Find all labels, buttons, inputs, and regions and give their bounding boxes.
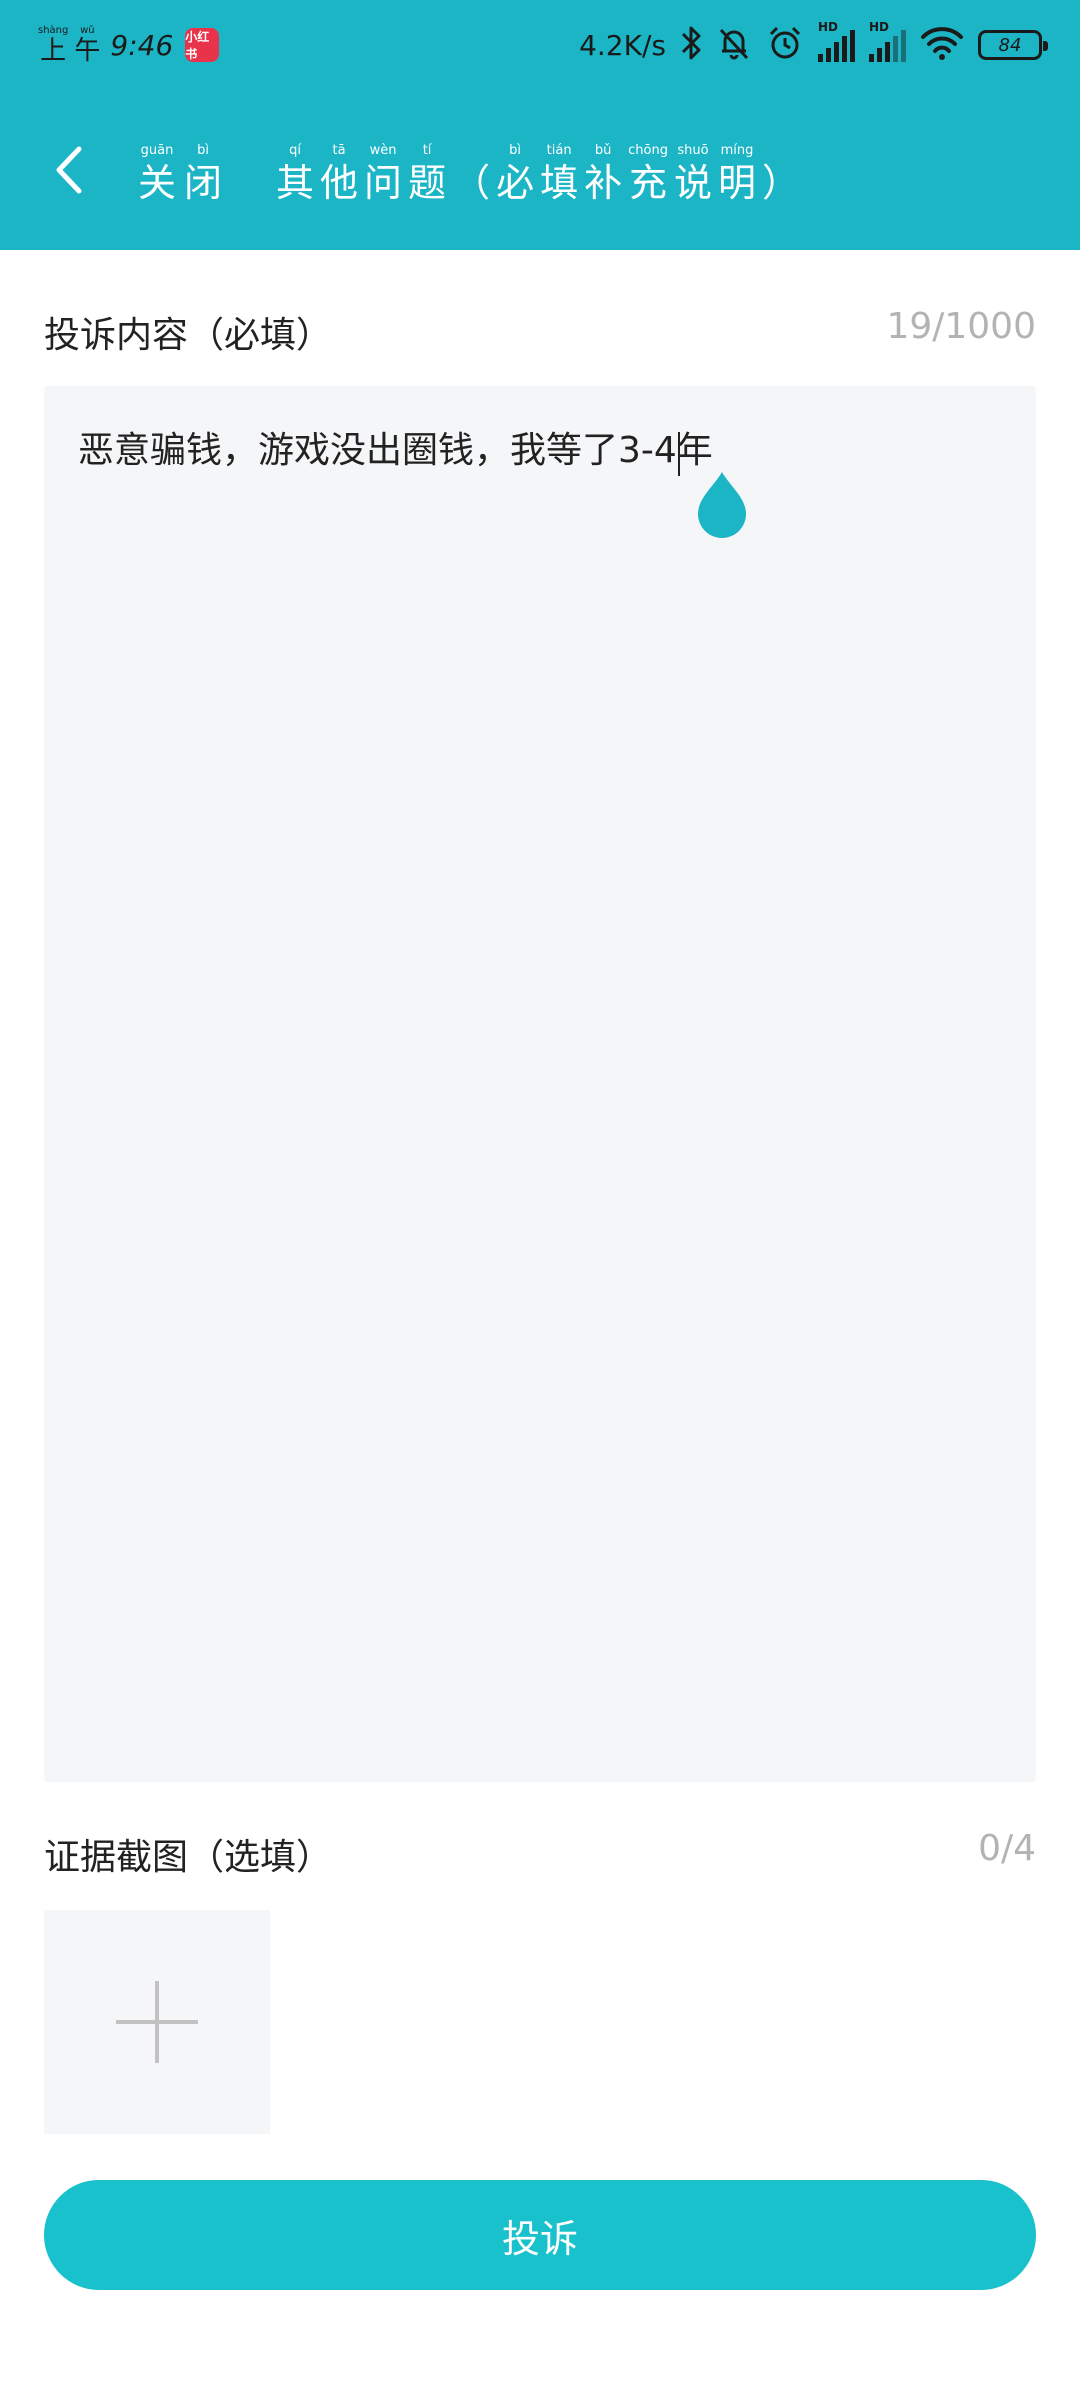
- bluetooth-icon: [680, 25, 702, 65]
- title-char: tián 填: [540, 144, 578, 202]
- title-char-text: 填: [540, 161, 579, 205]
- close-char-1: guān 关: [138, 144, 176, 202]
- submit-complaint-button[interactable]: 投诉: [44, 2180, 1036, 2290]
- evidence-label: 证据截图（选填）: [44, 1837, 333, 1878]
- cell-signal-1-icon: HD: [818, 20, 855, 62]
- title-char: ）: [762, 144, 800, 202]
- title-char-pinyin: tí: [422, 143, 432, 158]
- plus-icon: [116, 1981, 198, 2063]
- signal-2-label: HD: [869, 20, 890, 34]
- signal-1-label: HD: [818, 20, 839, 34]
- title-char-text: 补: [584, 161, 623, 205]
- top-bar: shàng 上 wǔ 午 9:46 小红书 4.2K/s HD HD 84 gu…: [0, 0, 1080, 250]
- battery-level: 84: [998, 34, 1022, 56]
- chevron-left-icon: [56, 146, 82, 194]
- ampm-char-2-pinyin: wǔ: [80, 25, 95, 36]
- title-char: （: [452, 144, 490, 202]
- app-notification-icon: 小红书: [185, 28, 220, 62]
- status-left: shàng 上 wǔ 午 9:46 小红书: [38, 20, 220, 70]
- title-char-text: 明: [717, 161, 756, 205]
- close-char-2-text: 闭: [184, 161, 223, 205]
- add-screenshot-button[interactable]: [44, 1910, 270, 2134]
- page-title: qí 其 tā 他 wèn 问 tí 题 （ bì 必 tián 填 bǔ 补 …: [276, 144, 800, 202]
- close-button[interactable]: guān 关 bì 闭: [138, 144, 222, 202]
- title-char: bǔ 补: [584, 144, 622, 202]
- title-char-pinyin: wèn: [369, 143, 397, 158]
- cursor-handle[interactable]: [694, 470, 750, 540]
- back-button[interactable]: [40, 140, 96, 200]
- wifi-icon: [920, 25, 964, 65]
- title-char-pinyin: bì: [509, 143, 522, 158]
- title-char-text: 题: [408, 161, 447, 205]
- title-char: shuō 说: [674, 144, 712, 202]
- title-char: qí 其: [276, 144, 314, 202]
- close-char-1-text: 关: [138, 161, 177, 205]
- close-char-2: bì 闭: [184, 144, 222, 202]
- title-char: tí 题: [408, 144, 446, 202]
- title-char-pinyin: chōng: [628, 143, 668, 158]
- title-char-pinyin: bǔ: [594, 143, 612, 158]
- title-char-text: （: [452, 161, 491, 205]
- teardrop-handle-icon: [698, 472, 746, 538]
- ampm-char-1-pinyin: shàng: [38, 25, 69, 36]
- title-char-pinyin: tián: [546, 143, 572, 158]
- close-char-2-pinyin: bì: [197, 143, 209, 158]
- header: guān 关 bì 闭 qí 其 tā 他 wèn 问 tí 题 （ bì 必 …: [0, 120, 1080, 230]
- status-time: 9:46: [110, 28, 174, 62]
- network-speed: 4.2K/s: [579, 28, 666, 62]
- alarm-icon: [766, 24, 804, 66]
- close-char-1-pinyin: guān: [140, 143, 174, 158]
- bell-muted-icon: [716, 25, 752, 65]
- complaint-label: 投诉内容（必填）: [44, 315, 333, 356]
- title-char-pinyin: tā: [332, 143, 346, 158]
- battery-icon: 84: [978, 30, 1048, 60]
- title-char: bì 必: [496, 144, 534, 202]
- title-char-text: 充: [629, 161, 668, 205]
- text-cursor: [678, 432, 680, 476]
- complaint-text: 恶意骗钱，游戏没出圈钱，我等了3-4年: [78, 430, 713, 471]
- title-char-text: 必: [496, 161, 535, 205]
- title-char-text: 问: [364, 161, 403, 205]
- evidence-count: 0/4: [978, 1828, 1036, 1869]
- title-char: tā 他: [320, 144, 358, 202]
- title-char-pinyin: míng: [720, 143, 754, 158]
- title-char-text: ）: [762, 161, 801, 205]
- ampm-char-2-text: 午: [74, 36, 101, 66]
- status-bar: shàng 上 wǔ 午 9:46 小红书 4.2K/s HD HD 84: [0, 0, 1080, 90]
- title-char: míng 明: [718, 144, 756, 202]
- title-char-pinyin: qí: [289, 143, 301, 158]
- ampm-char-2: wǔ 午: [74, 25, 101, 66]
- ampm-char-1: shàng 上: [38, 25, 69, 66]
- cell-signal-2-icon: HD: [869, 20, 906, 62]
- title-char-text: 说: [673, 161, 712, 205]
- title-char-text: 其: [276, 161, 315, 205]
- complaint-char-count: 19/1000: [886, 306, 1036, 347]
- title-char: chōng 充: [628, 144, 668, 202]
- ampm-char-1-text: 上: [40, 36, 67, 66]
- title-char-text: 他: [320, 161, 359, 205]
- title-char-pinyin: shuō: [677, 143, 709, 158]
- title-char: wèn 问: [364, 144, 402, 202]
- status-right: 4.2K/s HD HD 84: [579, 18, 1048, 72]
- complaint-textarea[interactable]: 恶意骗钱，游戏没出圈钱，我等了3-4年: [44, 386, 1036, 1782]
